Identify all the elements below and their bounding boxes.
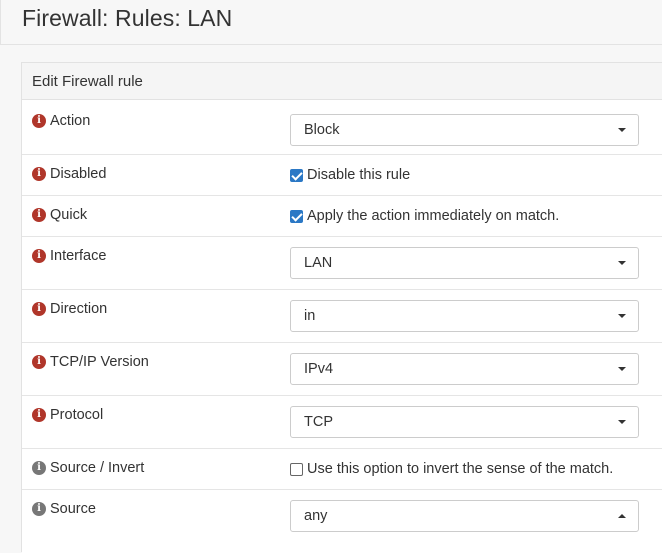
- edit-rule-panel: Edit Firewall rule i Action Block i Disa…: [21, 62, 662, 553]
- page-header: Firewall: Rules: LAN: [0, 0, 662, 45]
- info-icon[interactable]: i: [32, 302, 46, 316]
- protocol-select[interactable]: TCP: [290, 406, 639, 438]
- panel-heading: Edit Firewall rule: [22, 63, 662, 100]
- quick-label-group: i Quick: [32, 207, 87, 223]
- source-invert-label: Source / Invert: [50, 460, 145, 476]
- info-icon[interactable]: i: [32, 355, 46, 369]
- source-label-group: i Source: [32, 501, 96, 517]
- direction-label: Direction: [50, 301, 108, 317]
- quick-checkbox-group[interactable]: Apply the action immediately on match.: [290, 208, 559, 224]
- direction-label-group: i Direction: [32, 301, 107, 317]
- source-invert-checkbox[interactable]: [290, 462, 303, 476]
- row-action: i Action Block: [22, 100, 662, 155]
- row-quick: i Quick Apply the action immediately on …: [22, 196, 662, 237]
- chevron-down-icon: [618, 261, 626, 265]
- row-interface: i Interface LAN: [22, 237, 662, 290]
- source-label: Source: [50, 501, 96, 517]
- action-select[interactable]: Block: [290, 114, 639, 146]
- disabled-checkbox-group[interactable]: Disable this rule: [290, 167, 410, 183]
- chevron-down-icon: [618, 128, 626, 132]
- interface-label-group: i Interface: [32, 248, 106, 264]
- source-invert-checkbox-label[interactable]: Use this option to invert the sense of t…: [307, 461, 613, 477]
- row-tcpip-version: i TCP/IP Version IPv4: [22, 343, 662, 396]
- tcpip-version-label: TCP/IP Version: [50, 354, 149, 370]
- panel-heading-title: Edit Firewall rule: [32, 73, 143, 90]
- source-select[interactable]: any: [290, 500, 639, 532]
- action-label: Action: [50, 113, 91, 129]
- action-label-group: i Action: [32, 113, 90, 129]
- chevron-down-icon: [618, 367, 626, 371]
- disabled-checkbox-label[interactable]: Disable this rule: [307, 167, 410, 183]
- tcpip-version-select[interactable]: IPv4: [290, 353, 639, 385]
- protocol-label-group: i Protocol: [32, 407, 103, 423]
- row-protocol: i Protocol TCP: [22, 396, 662, 449]
- tcpip-version-select-value: IPv4: [304, 361, 334, 377]
- info-icon[interactable]: i: [32, 114, 46, 128]
- interface-select-value: LAN: [304, 255, 333, 271]
- info-icon[interactable]: i: [32, 408, 46, 422]
- row-disabled: i Disabled Disable this rule: [22, 155, 662, 196]
- row-direction: i Direction in: [22, 290, 662, 343]
- info-icon[interactable]: i: [32, 461, 46, 475]
- interface-label: Interface: [50, 248, 107, 264]
- quick-checkbox-label[interactable]: Apply the action immediately on match.: [307, 208, 559, 224]
- info-icon[interactable]: i: [32, 249, 46, 263]
- interface-select[interactable]: LAN: [290, 247, 639, 279]
- row-source: i Source any: [22, 490, 662, 553]
- chevron-up-icon: [618, 514, 626, 518]
- disabled-checkbox[interactable]: [290, 168, 303, 182]
- source-invert-label-group: i Source / Invert: [32, 460, 144, 476]
- tcpip-version-label-group: i TCP/IP Version: [32, 354, 149, 370]
- source-invert-checkbox-group[interactable]: Use this option to invert the sense of t…: [290, 461, 613, 477]
- source-select-value: any: [304, 508, 328, 524]
- quick-label: Quick: [50, 207, 88, 223]
- info-icon[interactable]: i: [32, 502, 46, 516]
- chevron-down-icon: [618, 314, 626, 318]
- row-source-invert: i Source / Invert Use this option to inv…: [22, 449, 662, 490]
- direction-select-value: in: [304, 308, 316, 324]
- quick-checkbox[interactable]: [290, 209, 303, 223]
- action-select-value: Block: [304, 122, 340, 138]
- disabled-label: Disabled: [50, 166, 107, 182]
- direction-select[interactable]: in: [290, 300, 639, 332]
- chevron-down-icon: [618, 420, 626, 424]
- info-icon[interactable]: i: [32, 167, 46, 181]
- protocol-label: Protocol: [50, 407, 104, 423]
- page-title: Firewall: Rules: LAN: [22, 5, 233, 31]
- disabled-label-group: i Disabled: [32, 166, 106, 182]
- info-icon[interactable]: i: [32, 208, 46, 222]
- protocol-select-value: TCP: [304, 414, 333, 430]
